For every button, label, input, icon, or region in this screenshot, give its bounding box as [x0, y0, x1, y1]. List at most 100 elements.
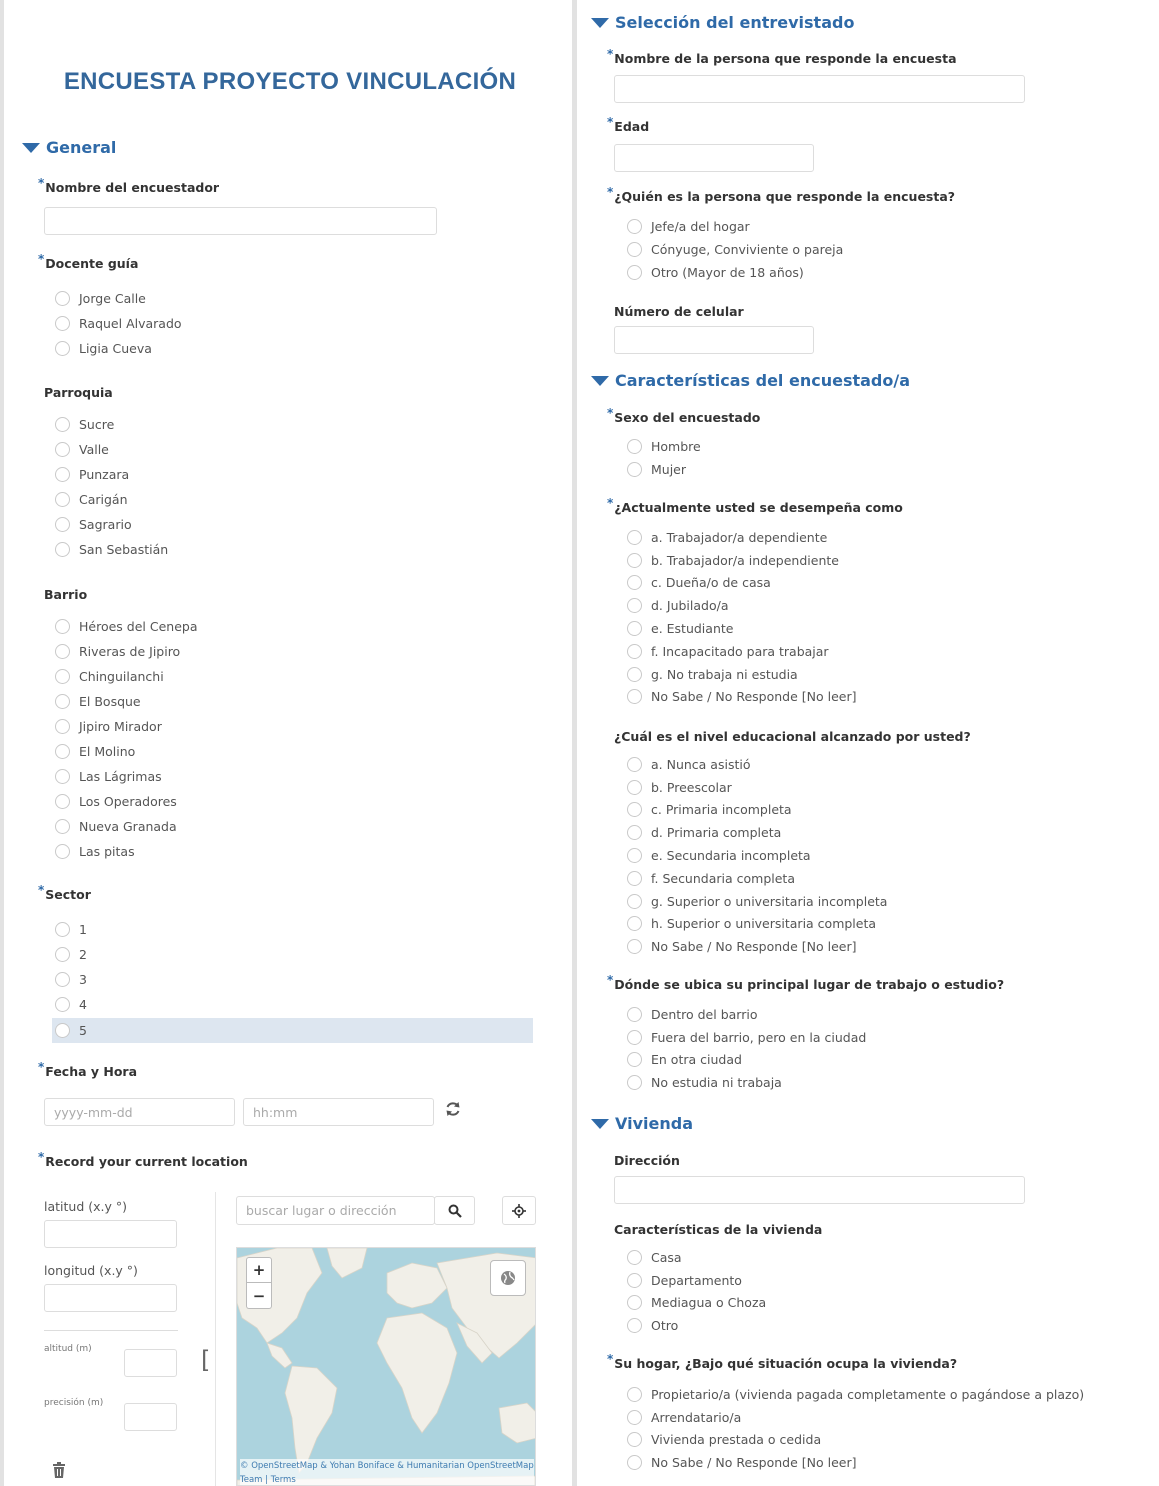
radio-option[interactable]: Cónyuge, Conviviente o pareja — [627, 238, 843, 261]
collapse-caret-icon[interactable] — [591, 375, 609, 386]
radio-option[interactable]: Hombre — [627, 435, 701, 458]
radio-button[interactable] — [627, 621, 642, 637]
radio-button[interactable] — [55, 997, 70, 1012]
encuestador-input[interactable] — [44, 207, 437, 235]
precision-input[interactable] — [124, 1403, 177, 1431]
radio-button[interactable] — [627, 1409, 642, 1425]
radio-option[interactable]: g. No trabaja ni estudia — [627, 663, 856, 686]
radio-button[interactable] — [55, 819, 70, 834]
map-attribution[interactable]: © OpenStreetMap & Yohan Boniface & Human… — [240, 1459, 534, 1485]
radio-button[interactable] — [55, 291, 70, 306]
radio-button[interactable] — [55, 442, 70, 457]
radio-option[interactable]: Los Operadores — [55, 789, 197, 814]
radio-button[interactable] — [55, 619, 70, 634]
radio-button[interactable] — [55, 669, 70, 684]
attribution-line[interactable]: Team | Terms — [240, 1473, 534, 1485]
collapse-caret-icon[interactable] — [591, 1118, 609, 1129]
radio-option[interactable]: a. Nunca asistió — [627, 753, 887, 776]
radio-button[interactable] — [627, 893, 642, 909]
radio-button[interactable] — [627, 219, 642, 234]
radio-option[interactable]: f. Incapacitado para trabajar — [627, 640, 856, 663]
radio-option[interactable]: 3 — [55, 967, 87, 992]
radio-button[interactable] — [55, 769, 70, 784]
edad-input[interactable] — [614, 144, 814, 172]
radio-option[interactable]: Héroes del Cenepa — [55, 614, 197, 639]
radio-button[interactable] — [55, 341, 70, 356]
radio-option[interactable]: f. Secundaria completa — [627, 867, 887, 890]
trash-icon[interactable] — [52, 1462, 68, 1480]
radio-button[interactable] — [627, 779, 642, 795]
radio-option[interactable]: Mediagua o Choza — [627, 1292, 766, 1315]
radio-option[interactable]: No Sabe / No Responde [No leer] — [627, 935, 887, 958]
altitude-input[interactable] — [124, 1349, 177, 1377]
radio-button[interactable] — [627, 1455, 642, 1471]
radio-button[interactable] — [627, 462, 642, 477]
radio-option[interactable]: El Molino — [55, 739, 197, 764]
radio-option[interactable]: c. Dueña/o de casa — [627, 572, 856, 595]
radio-button[interactable] — [55, 719, 70, 734]
radio-option[interactable]: b. Preescolar — [627, 776, 887, 799]
radio-button[interactable] — [627, 666, 642, 682]
layers-button[interactable] — [490, 1260, 526, 1296]
radio-option[interactable]: Punzara — [55, 462, 168, 487]
radio-option[interactable]: Arrendatario/a — [627, 1406, 1084, 1429]
radio-option[interactable]: Departamento — [627, 1269, 766, 1292]
radio-button[interactable] — [627, 756, 642, 772]
radio-button[interactable] — [627, 552, 642, 568]
celular-input[interactable] — [614, 326, 814, 354]
zoom-in-button[interactable]: + — [246, 1257, 272, 1283]
search-button[interactable] — [434, 1196, 475, 1225]
radio-button[interactable] — [627, 242, 642, 257]
radio-option[interactable]: b. Trabajador/a independiente — [627, 549, 856, 572]
radio-option[interactable]: Mujer — [627, 458, 701, 481]
radio-button[interactable] — [55, 542, 70, 557]
radio-option[interactable]: e. Secundaria incompleta — [627, 844, 887, 867]
radio-option[interactable]: d. Primaria completa — [627, 821, 887, 844]
radio-option[interactable]: Valle — [55, 437, 168, 462]
radio-button[interactable] — [627, 265, 642, 280]
radio-button[interactable] — [55, 922, 70, 937]
radio-option[interactable]: Nueva Granada — [55, 814, 197, 839]
radio-option[interactable]: Las Lágrimas — [55, 764, 197, 789]
radio-button[interactable] — [627, 575, 642, 591]
section-general-header[interactable]: General — [22, 138, 116, 157]
radio-option[interactable]: h. Superior o universitaria completa — [627, 913, 887, 936]
radio-option[interactable]: No Sabe / No Responde [No leer] — [627, 686, 856, 709]
collapse-caret-icon[interactable] — [591, 17, 609, 28]
section-caracteristicas-header[interactable]: Características del encuestado/a — [591, 371, 910, 390]
radio-option[interactable]: Fuera del barrio, pero en la ciudad — [627, 1026, 866, 1049]
direccion-input[interactable] — [614, 1176, 1025, 1204]
radio-option[interactable]: Raquel Alvarado — [55, 311, 182, 336]
radio-button[interactable] — [55, 467, 70, 482]
radio-option[interactable]: Propietario/a (vivienda pagada completam… — [627, 1383, 1084, 1406]
radio-option[interactable]: Ligia Cueva — [55, 336, 182, 361]
radio-option[interactable]: 1 — [55, 917, 87, 942]
radio-option[interactable]: Vivienda prestada o cedida — [627, 1429, 1084, 1452]
radio-button[interactable] — [55, 794, 70, 809]
section-entrevistado-header[interactable]: Selección del entrevistado — [591, 13, 854, 32]
radio-option[interactable]: Casa — [627, 1246, 766, 1269]
radio-option[interactable]: Jipiro Mirador — [55, 714, 197, 739]
radio-option[interactable]: g. Superior o universitaria incompleta — [627, 890, 887, 913]
radio-option[interactable]: d. Jubilado/a — [627, 594, 856, 617]
radio-option[interactable]: En otra ciudad — [627, 1049, 866, 1072]
radio-button[interactable] — [55, 644, 70, 659]
radio-button[interactable] — [55, 316, 70, 331]
refresh-icon[interactable] — [444, 1100, 464, 1120]
radio-button[interactable] — [627, 1006, 642, 1022]
radio-button[interactable] — [627, 529, 642, 545]
radio-option[interactable]: No estudia ni trabaja — [627, 1071, 866, 1094]
radio-button[interactable] — [55, 694, 70, 709]
longitude-input[interactable] — [44, 1284, 177, 1312]
radio-option[interactable]: Las pitas — [55, 839, 197, 864]
radio-button[interactable] — [627, 1052, 642, 1068]
map-view[interactable]: + − © OpenStreetMap & Yohan Boniface & H… — [236, 1247, 536, 1486]
radio-button[interactable] — [627, 802, 642, 818]
radio-option[interactable]: San Sebastián — [55, 537, 168, 562]
radio-button[interactable] — [55, 492, 70, 507]
radio-option[interactable]: 4 — [55, 992, 87, 1017]
radio-button[interactable] — [627, 825, 642, 841]
nombre-input[interactable] — [614, 75, 1025, 103]
radio-button[interactable] — [55, 972, 70, 987]
radio-option[interactable]: e. Estudiante — [627, 617, 856, 640]
